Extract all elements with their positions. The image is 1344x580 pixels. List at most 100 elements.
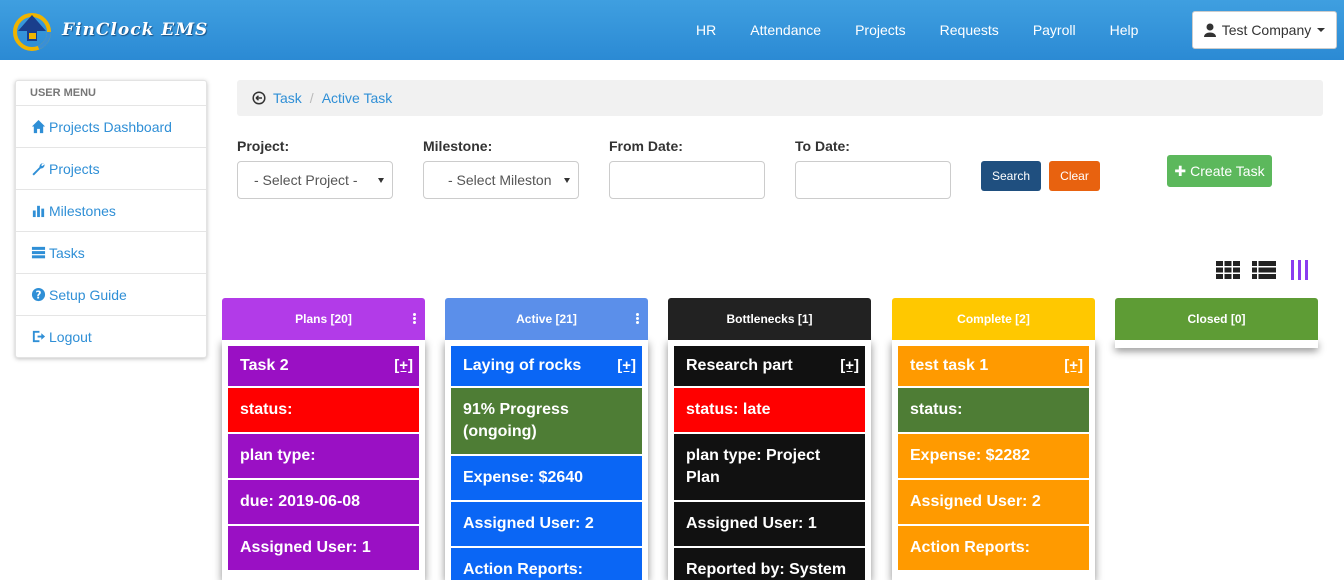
tasks-icon [31, 246, 46, 259]
task-due-row: due: 2019-06-08 [228, 480, 419, 524]
breadcrumb-separator: / [309, 90, 314, 106]
task-expense-row: Expense: $2282 [898, 434, 1089, 478]
to-date-input[interactable] [795, 161, 951, 199]
board-column-bottlenecks: Bottlenecks [1] Research part [+] status… [668, 298, 871, 580]
search-button[interactable]: Search [981, 161, 1041, 191]
task-status-row: status: [228, 388, 419, 432]
list-view-icon[interactable] [1251, 259, 1277, 281]
wrench-icon [32, 162, 45, 176]
expand-task-button[interactable]: [+] [394, 355, 413, 377]
circle-arrow-icon [252, 91, 266, 105]
sidebar-item-label: Projects [49, 160, 100, 177]
expand-task-button[interactable]: [+] [840, 355, 859, 377]
column-header-closed: Closed [0] [1115, 298, 1318, 340]
user-icon [1203, 23, 1216, 37]
main-nav: HR Attendance Projects Requests Payroll … [696, 0, 1172, 60]
column-header-active: Active [21] [445, 298, 648, 340]
task-plan-type-row: plan type: [228, 434, 419, 478]
kebab-menu-icon[interactable] [413, 313, 416, 325]
task-status-row: status: [898, 388, 1089, 432]
sidebar-item-label: Tasks [49, 244, 85, 261]
expand-task-button[interactable]: [+] [617, 355, 636, 377]
column-body: Research part [+] status: late plan type… [668, 340, 871, 580]
column-title: Plans [20] [295, 312, 352, 326]
nav-requests[interactable]: Requests [940, 22, 999, 38]
task-card-title[interactable]: Research part [+] [674, 346, 865, 386]
nav-attendance[interactable]: Attendance [750, 22, 821, 38]
column-title: Closed [0] [1187, 312, 1246, 326]
sidebar-item-label: Setup Guide [49, 286, 127, 303]
board-column-plans: Plans [20] Task 2 [+] status: plan type:… [222, 298, 425, 580]
task-assigned-user-row: Assigned User: 1 [228, 526, 419, 570]
task-reported-by-row: Reported by: System [674, 548, 865, 580]
project-select-value: - Select Project - [254, 172, 358, 188]
home-icon [31, 119, 46, 134]
clear-button[interactable]: Clear [1049, 161, 1100, 191]
nav-help[interactable]: Help [1110, 22, 1139, 38]
task-title-text: Research part [686, 357, 793, 374]
project-select[interactable]: - Select Project - [237, 161, 393, 199]
user-menu-button[interactable]: Test Company [1192, 11, 1337, 49]
column-title: Active [21] [516, 312, 577, 326]
breadcrumb: Task / Active Task [237, 80, 1323, 116]
column-body: test task 1 [+] status: Expense: $2282 A… [892, 340, 1095, 580]
task-status-row: status: late [674, 388, 865, 432]
top-navbar: FinClock EMS HR Attendance Projects Requ… [0, 0, 1344, 60]
board-column-complete: Complete [2] test task 1 [+] status: Exp… [892, 298, 1095, 580]
brand[interactable]: FinClock EMS [10, 4, 208, 56]
plus-icon: ✚ [1174, 162, 1187, 179]
task-title-text: Laying of rocks [463, 357, 582, 374]
from-date-input[interactable] [609, 161, 765, 199]
svg-text:?: ? [36, 289, 42, 301]
question-icon: ? [31, 287, 46, 301]
kebab-menu-icon[interactable] [636, 313, 639, 325]
breadcrumb-task-link[interactable]: Task [273, 90, 302, 106]
nav-payroll[interactable]: Payroll [1033, 22, 1076, 38]
board-column-closed: Closed [0] [1115, 298, 1318, 348]
chevron-down-icon [378, 178, 384, 183]
finclock-logo-icon [13, 13, 51, 51]
breadcrumb-current[interactable]: Active Task [322, 90, 393, 106]
task-assigned-user-row: Assigned User: 2 [451, 502, 642, 546]
column-title: Bottlenecks [1] [726, 312, 813, 326]
nav-projects[interactable]: Projects [855, 22, 906, 38]
task-plan-type-row: plan type: Project Plan [674, 434, 865, 500]
from-date-label: From Date: [609, 138, 683, 154]
sidebar-item-milestones[interactable]: Milestones [16, 189, 206, 231]
task-card-title[interactable]: Laying of rocks [+] [451, 346, 642, 386]
sidebar-item-projects[interactable]: Projects [16, 147, 206, 189]
task-card-title[interactable]: test task 1 [+] [898, 346, 1089, 386]
grid-view-icon[interactable] [1215, 259, 1241, 281]
chevron-down-icon [564, 178, 570, 183]
board-view-icon[interactable] [1287, 259, 1313, 281]
sidebar-item-label: Projects Dashboard [49, 118, 172, 135]
logout-icon [32, 330, 46, 343]
user-menu-sidebar: USER MENU Projects Dashboard Projects Mi… [15, 80, 207, 358]
sidebar-item-projects-dashboard[interactable]: Projects Dashboard [16, 105, 206, 147]
milestone-select[interactable]: - Select Milestone - [423, 161, 579, 199]
task-progress-row: 91% Progress (ongoing) [451, 388, 642, 454]
task-action-reports-row: Action Reports: [451, 548, 642, 580]
column-body: Laying of rocks [+] 91% Progress (ongoin… [445, 340, 648, 580]
bar-chart-icon [32, 205, 45, 218]
task-assigned-user-row: Assigned User: 2 [898, 480, 1089, 524]
column-body [1115, 340, 1318, 348]
user-menu-heading: USER MENU [30, 87, 97, 99]
milestone-select-value: - Select Milestone - [448, 172, 568, 188]
view-toggle-group [1215, 259, 1323, 281]
user-menu-label: Test Company [1221, 22, 1312, 38]
create-task-button[interactable]: ✚ Create Task [1167, 155, 1272, 187]
create-task-label: Create Task [1190, 163, 1265, 179]
task-action-reports-row: Action Reports: [898, 526, 1089, 570]
task-card-title[interactable]: Task 2 [+] [228, 346, 419, 386]
sidebar-item-setup-guide[interactable]: ? Setup Guide [16, 273, 206, 315]
sidebar-item-label: Milestones [49, 202, 116, 219]
sidebar-item-logout[interactable]: Logout [16, 315, 206, 357]
sidebar-item-label: Logout [49, 328, 92, 345]
task-title-text: test task 1 [910, 357, 989, 374]
sidebar-item-tasks[interactable]: Tasks [16, 231, 206, 273]
nav-hr[interactable]: HR [696, 22, 716, 38]
expand-task-button[interactable]: [+] [1064, 355, 1083, 377]
column-body: Task 2 [+] status: plan type: due: 2019-… [222, 340, 425, 580]
column-header-complete: Complete [2] [892, 298, 1095, 340]
